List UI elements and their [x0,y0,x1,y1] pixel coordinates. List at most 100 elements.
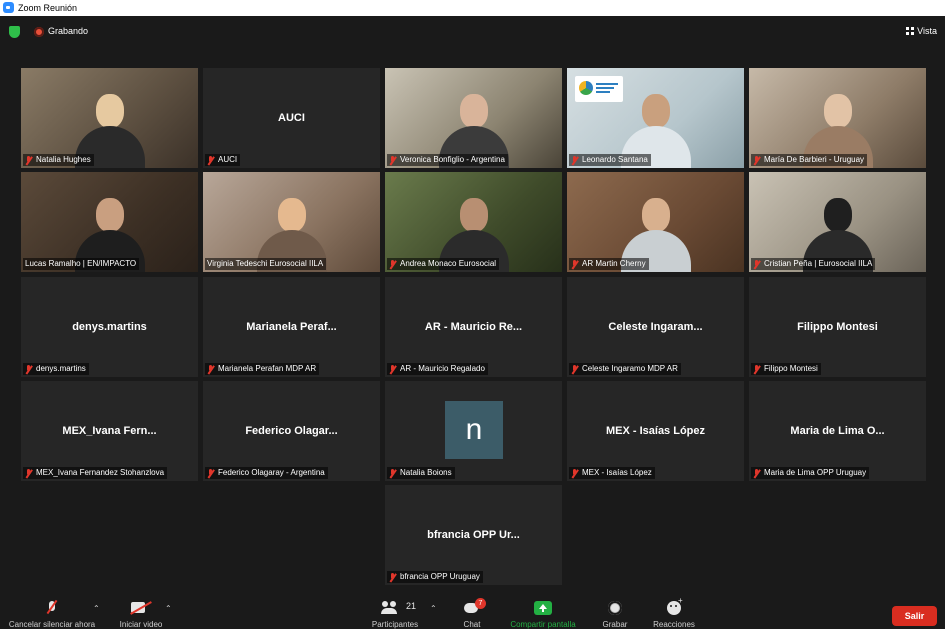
participant-name: Cristian Peña | Eurosocial IILA [764,259,873,268]
participant-nameplate: Federico Olagaray - Argentina [205,467,328,479]
chat-label: Chat [463,620,481,629]
participant-nameplate: Filippo Montesi [751,363,821,375]
participant-name: AR Martin Cherny [582,259,646,268]
participant-tile[interactable]: bfrancia OPP Ur... bfrancia OPP Uruguay [385,485,562,585]
participant-video [21,172,198,272]
participant-name: MEX - Isaías López [582,468,652,477]
participant-tile[interactable]: MEX_Ivana Fern... MEX_Ivana Fernandez St… [21,381,198,481]
share-screen-button[interactable]: Compartir pantalla [504,595,582,629]
participants-button[interactable]: 21 Participantes [364,595,426,629]
participant-name: Marianela Perafan MDP AR [218,364,317,373]
muted-mic-icon [47,601,57,615]
participant-tile[interactable]: AR Martin Cherny [567,172,744,272]
participant-tile[interactable]: Celeste Ingaram... Celeste Ingaramo MDP … [567,277,744,377]
window-title: Zoom Reunión [18,3,78,13]
record-label: Grabar [602,620,628,629]
window-titlebar: Zoom Reunión [0,0,945,16]
participant-nameplate: bfrancia OPP Uruguay [387,571,483,583]
muted-mic-icon [571,259,578,269]
participant-display-name: bfrancia OPP Ur... [427,529,520,541]
muted-mic-icon [25,155,32,165]
muted-mic-icon [571,155,578,165]
participant-tile[interactable]: María De Barbieri - Uruguay [749,68,926,168]
participant-video [385,172,562,272]
participant-name: MEX_Ivana Fernandez Stohanzlova [36,468,165,477]
muted-mic-icon [389,259,396,269]
participant-video [21,68,198,168]
participant-nameplate: Lucas Ramalho | EN/IMPACTO [23,258,140,270]
reactions-label: Reacciones [653,620,695,629]
participant-name: Natalia Boions [400,468,452,477]
participant-video [567,172,744,272]
participant-name: Veronica Bonfiglio - Argentina [400,155,505,164]
record-button[interactable]: Grabar [596,595,634,629]
participant-video [385,68,562,168]
participant-display-name: denys.martins [72,321,147,333]
participant-nameplate: AUCI [205,154,241,166]
participants-options-caret-icon[interactable]: ⌃ [430,604,437,613]
chat-button[interactable]: 7 Chat [452,595,492,629]
participants-icon [381,601,399,614]
participant-nameplate: denys.martins [23,363,89,375]
participant-name: Leonardo Santana [582,155,648,164]
participant-tile[interactable]: Virginia Tedeschi Eurosocial IILA [203,172,380,272]
participant-tile[interactable]: denys.martins denys.martins [21,277,198,377]
participant-tile[interactable]: Federico Olagar... Federico Olagaray - A… [203,381,380,481]
participant-display-name: Maria de Lima O... [790,425,885,437]
participant-name: Filippo Montesi [764,364,818,373]
participant-tile[interactable]: AUCI AUCI [203,68,380,168]
participants-count: 21 [406,601,417,611]
participant-tile[interactable]: Marianela Peraf... Marianela Perafan MDP… [203,277,380,377]
participant-video [203,172,380,272]
share-screen-label: Compartir pantalla [510,620,576,629]
participant-nameplate: Natalia Hughes [23,154,94,166]
participant-tile[interactable]: Maria de Lima O... Maria de Lima OPP Uru… [749,381,926,481]
participant-tile-active-speaker[interactable]: Lucas Ramalho | EN/IMPACTO [21,172,198,272]
participant-name: Andrea Monaco Eurosocial [400,259,497,268]
participant-display-name: AR - Mauricio Re... [424,321,523,333]
muted-mic-icon [25,468,32,478]
participants-label: Participantes [371,620,419,629]
meeting-toolbar: Cancelar silenciar ahora ⌃ Iniciar video… [0,595,945,629]
unmute-button[interactable]: Cancelar silenciar ahora [4,595,100,629]
video-off-icon [131,601,151,614]
participant-tile[interactable]: Cristian Peña | Eurosocial IILA [749,172,926,272]
participant-name: Federico Olagaray - Argentina [218,468,325,477]
participant-nameplate: Leonardo Santana [569,154,651,166]
video-options-caret-icon[interactable]: ⌃ [165,604,172,613]
program-logo [575,76,623,102]
participant-nameplate: AR Martin Cherny [569,258,649,270]
audio-options-caret-icon[interactable]: ⌃ [93,604,100,613]
start-video-button[interactable]: Iniciar video [110,595,172,629]
leave-meeting-button[interactable]: Salir [892,606,937,626]
participant-tile[interactable]: Leonardo Santana [567,68,744,168]
muted-mic-icon [389,364,396,374]
participant-tile[interactable]: MEX - Isaías López MEX - Isaías López [567,381,744,481]
recording-icon [34,27,44,37]
security-shield-icon[interactable] [9,26,20,38]
participant-display-name: Federico Olagar... [245,425,338,437]
zoom-app-icon [3,2,14,13]
participant-avatar: n [445,401,503,459]
participant-tile[interactable]: AR - Mauricio Re... AR - Mauricio Regala… [385,277,562,377]
muted-mic-icon [753,364,760,374]
recording-label: Grabando [48,26,89,36]
participant-name: Virginia Tedeschi Eurosocial IILA [207,259,324,268]
participant-tile[interactable]: Andrea Monaco Eurosocial [385,172,562,272]
meeting-topbar: Grabando Vista [0,16,945,48]
participant-tile[interactable]: Natalia Hughes [21,68,198,168]
participant-tile[interactable]: Filippo Montesi Filippo Montesi [749,277,926,377]
participant-video [749,68,926,168]
participant-nameplate: Celeste Ingaramo MDP AR [569,363,681,375]
muted-mic-icon [25,364,32,374]
muted-mic-icon [753,259,760,269]
participant-nameplate: Cristian Peña | Eurosocial IILA [751,258,876,270]
reactions-button[interactable]: Reacciones [648,595,700,629]
participant-tile[interactable]: n Natalia Boions [385,381,562,481]
muted-mic-icon [207,468,214,478]
muted-mic-icon [207,364,214,374]
reactions-icon [667,596,683,615]
participant-tile[interactable]: Veronica Bonfiglio - Argentina [385,68,562,168]
view-button[interactable]: Vista [906,26,937,36]
muted-mic-icon [571,468,578,478]
